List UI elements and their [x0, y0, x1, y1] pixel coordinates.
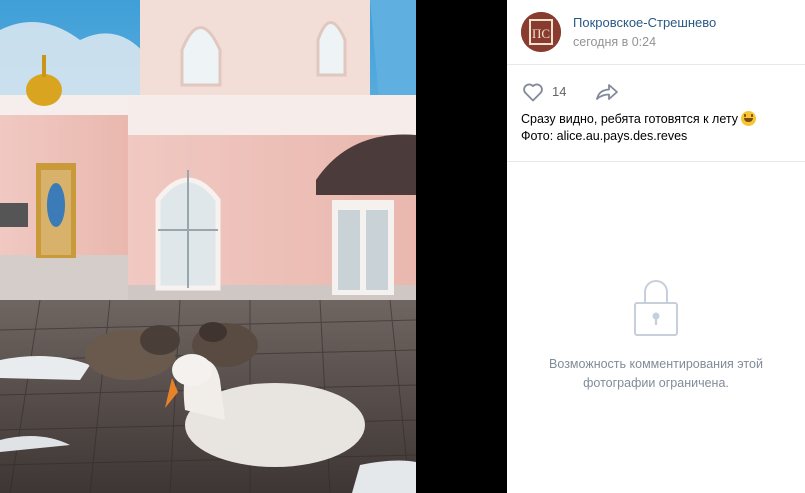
photo-credit: Фото: alice.au.pays.des.reves	[521, 129, 688, 143]
photo-image	[0, 0, 416, 493]
post-date[interactable]: сегодня в 0:24	[573, 35, 656, 49]
photo-viewer	[0, 0, 507, 493]
share-button[interactable]	[593, 80, 621, 104]
caption-text: Сразу видно, ребята готовятся к лету	[521, 112, 738, 126]
post-author-block: ПС Покровское-Стрешнево сегодня в 0:24	[521, 12, 801, 56]
avatar-logo: ПС	[521, 12, 561, 52]
like-count: 14	[552, 84, 567, 99]
post-caption: Сразу видно, ребята готовятся к лету Фот…	[521, 111, 791, 145]
heart-icon	[523, 83, 543, 102]
author-avatar[interactable]: ПС	[521, 12, 561, 52]
post-photo[interactable]	[0, 0, 416, 493]
post-sidebar: ПС Покровское-Стрешнево сегодня в 0:24 1…	[507, 0, 805, 493]
caption-divider	[507, 161, 805, 162]
like-button[interactable]: 14	[521, 80, 581, 104]
comments-restricted-text: Возможность комментирования этой фотогра…	[549, 357, 763, 390]
avatar-monogram: ПС	[532, 26, 550, 41]
comments-lock	[507, 276, 805, 338]
header-divider	[507, 64, 805, 65]
share-arrow-icon	[596, 84, 618, 100]
lock-icon	[634, 280, 678, 336]
author-name-link[interactable]: Покровское-Стрешнево	[573, 15, 716, 30]
smile-emoji-icon	[741, 111, 757, 126]
